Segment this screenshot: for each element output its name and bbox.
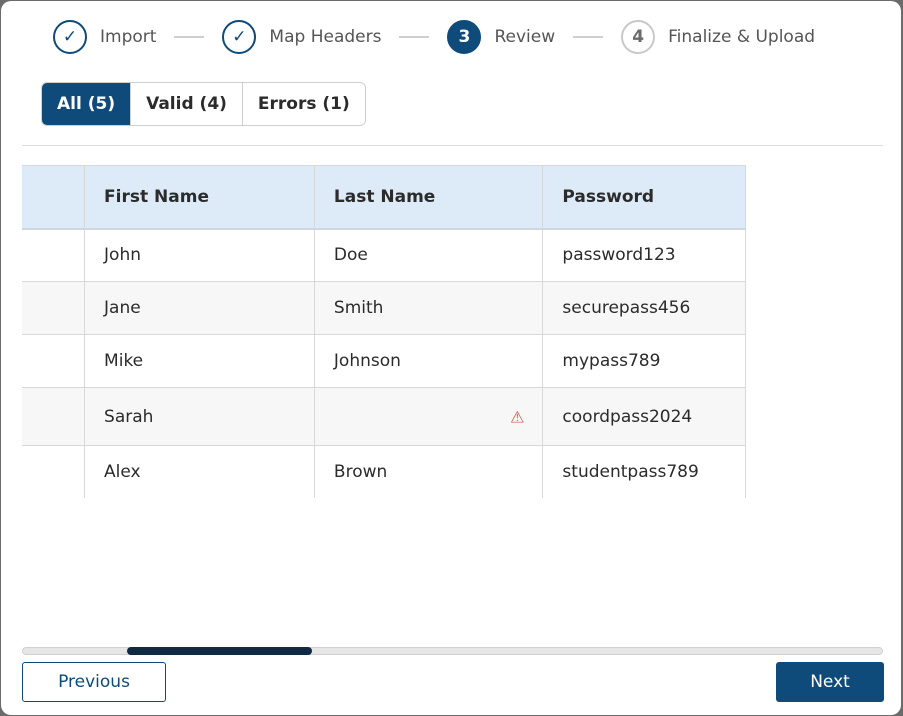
step-label-finalize: Finalize & Upload xyxy=(668,27,816,47)
table-cell: ator xyxy=(22,387,86,446)
step-number-finalize: 4 xyxy=(621,20,656,54)
step-import: ✓ Import xyxy=(53,20,156,54)
table-row: John Doe password123 xyxy=(22,228,746,282)
filter-tabs: All (5) Valid (4) Errors (1) xyxy=(41,82,366,126)
tab-all[interactable]: All (5) xyxy=(42,83,132,125)
table-cell: securepass456 xyxy=(542,281,746,335)
warning-triangle-icon: ⚠ xyxy=(510,407,525,426)
column-header-password: Password xyxy=(542,165,746,230)
table-cell: Doe xyxy=(313,228,544,282)
import-review-modal: ✓ Import ✓ Map Headers 3 Review 4 Finali… xyxy=(1,1,901,715)
table-cell: Jane xyxy=(84,281,315,335)
step-finalize: 4 Finalize & Upload xyxy=(621,20,815,54)
table-cell: password123 xyxy=(542,228,746,282)
table-cell: Sarah xyxy=(84,387,315,446)
step-map-headers: ✓ Map Headers xyxy=(222,20,381,54)
column-header-last-name: Last Name xyxy=(313,165,544,230)
review-table: First Name Last Name Password John Doe p… xyxy=(22,165,746,498)
table-cell: studentpass789 xyxy=(542,445,746,498)
table-cell: Johnson xyxy=(313,334,544,388)
table-cell xyxy=(22,445,86,498)
table-row-error: ator Sarah ⚠ coordpass2024 xyxy=(22,387,746,446)
review-table-container[interactable]: First Name Last Name Password John Doe p… xyxy=(22,165,883,498)
table-cell: mypass789 xyxy=(542,334,746,388)
table-cell xyxy=(22,228,86,282)
table-header-row: First Name Last Name Password xyxy=(22,165,746,230)
tab-errors[interactable]: Errors (1) xyxy=(242,83,365,125)
step-label-review: Review xyxy=(494,27,556,47)
previous-button[interactable]: Previous xyxy=(22,662,166,702)
table-cell: John xyxy=(84,228,315,282)
horizontal-scrollbar[interactable] xyxy=(22,647,883,655)
check-icon: ✓ xyxy=(222,20,257,54)
table-cell xyxy=(22,334,86,388)
step-connector xyxy=(399,36,430,38)
step-connector xyxy=(573,36,604,38)
column-header-first-name: First Name xyxy=(84,165,315,230)
step-number-review: 3 xyxy=(447,20,482,54)
table-row: Jane Smith securepass456 xyxy=(22,281,746,335)
scrollbar-thumb[interactable] xyxy=(127,647,312,655)
stepper: ✓ Import ✓ Map Headers 3 Review 4 Finali… xyxy=(53,19,815,55)
table-cell: Mike xyxy=(84,334,315,388)
check-icon: ✓ xyxy=(53,20,87,54)
table-cell: Alex xyxy=(84,445,315,498)
table-row: Alex Brown studentpass789 xyxy=(22,445,746,498)
step-review: 3 Review xyxy=(447,20,555,54)
divider xyxy=(22,145,883,146)
column-header-role xyxy=(22,165,86,230)
next-button[interactable]: Next xyxy=(776,662,884,702)
table-cell xyxy=(22,281,86,335)
table-cell: coordpass2024 xyxy=(542,387,746,446)
table-row: Mike Johnson mypass789 xyxy=(22,334,746,388)
tab-valid[interactable]: Valid (4) xyxy=(131,83,243,125)
table-cell: Brown xyxy=(313,445,544,498)
step-label-map-headers: Map Headers xyxy=(269,27,382,47)
step-label-import: Import xyxy=(100,27,157,47)
table-cell-error[interactable]: ⚠ xyxy=(313,387,544,446)
table-cell: Smith xyxy=(313,281,544,335)
step-connector xyxy=(174,36,205,38)
